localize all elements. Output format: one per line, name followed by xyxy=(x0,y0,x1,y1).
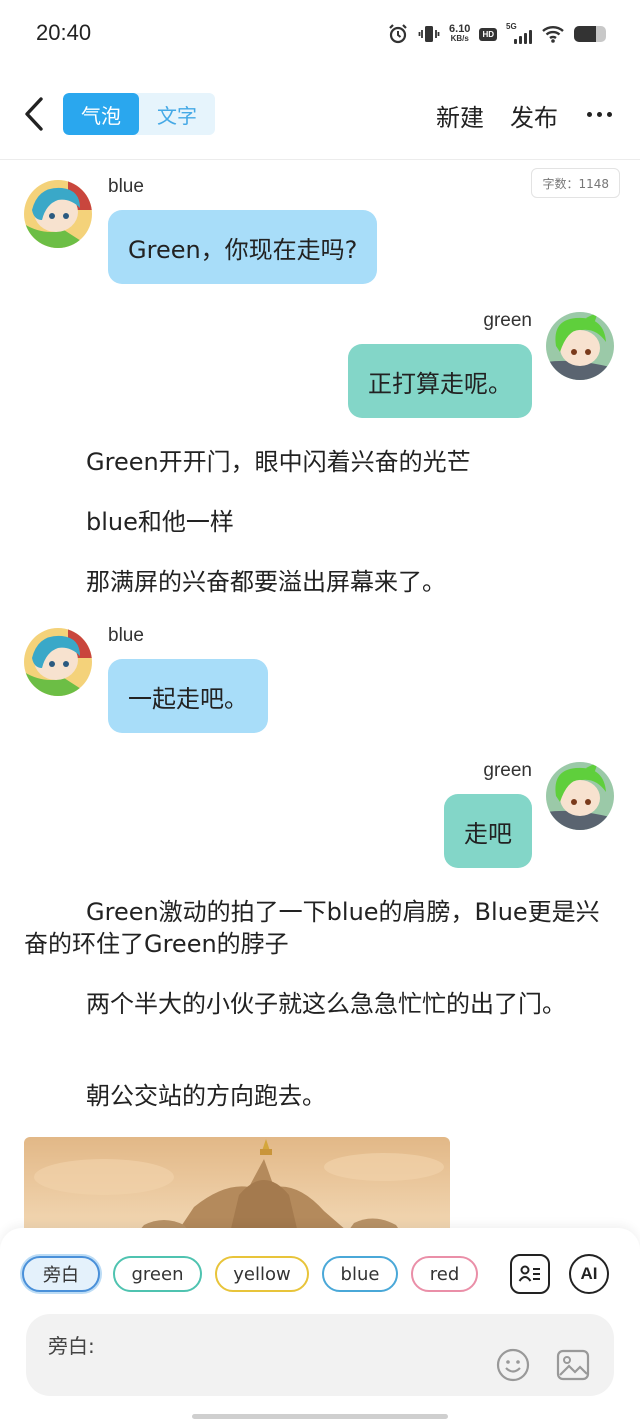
top-bar: 气泡 文字 新建 发布 xyxy=(0,68,640,160)
story-content[interactable]: 字数：1148 blue Green，你现在走吗? green 正打算走呢。 G… xyxy=(0,160,640,1228)
profile-card-icon xyxy=(518,1265,540,1282)
alarm-icon xyxy=(387,23,409,45)
image-icon[interactable] xyxy=(556,1348,590,1382)
chat-bubble[interactable]: 走吧 xyxy=(444,794,532,868)
tab-text[interactable]: 文字 xyxy=(139,93,215,135)
net-speed-unit: KB/s xyxy=(450,34,469,43)
character-manage-button[interactable] xyxy=(510,1254,550,1294)
net-speed-value: 6.10 xyxy=(449,23,471,35)
sender-name: green xyxy=(483,310,532,331)
chat-bubble[interactable]: Green，你现在走吗? xyxy=(108,210,378,284)
hd-icon: HD xyxy=(479,27,497,41)
input-speaker-label: 旁白: xyxy=(48,1334,95,1358)
sender-name: green xyxy=(483,760,532,781)
chip-yellow[interactable]: yellow xyxy=(215,1256,309,1292)
narration-text[interactable]: 那满屏的兴奋都要溢出屏幕来了。 xyxy=(24,566,614,598)
narration-text[interactable]: Green激动的拍了一下blue的肩膀，Blue更是兴奋的环住了Green的脖子 xyxy=(24,896,614,960)
net-speed: 6.10 KB/s xyxy=(449,24,470,44)
bottom-panel: 旁白 green yellow blue red AI 旁白: xyxy=(0,1228,640,1422)
wifi-icon xyxy=(541,24,565,44)
chip-narrator[interactable]: 旁白 xyxy=(22,1256,100,1292)
story-image[interactable] xyxy=(24,1137,450,1228)
avatar-green[interactable] xyxy=(546,312,614,380)
chip-green[interactable]: green xyxy=(113,1256,202,1292)
status-time: 20:40 xyxy=(36,20,92,45)
status-icons: 6.10 KB/s HD 5G xyxy=(387,22,606,46)
chip-red[interactable]: red xyxy=(411,1256,478,1292)
chevron-left-icon xyxy=(25,97,43,131)
chat-bubble[interactable]: 正打算走呢。 xyxy=(348,344,532,418)
network-label: 5G xyxy=(506,22,517,31)
narration-text[interactable]: Green开开门，眼中闪着兴奋的光芒 xyxy=(24,446,614,478)
tab-bubble[interactable]: 气泡 xyxy=(63,93,139,135)
chip-blue[interactable]: blue xyxy=(322,1256,398,1292)
vibrate-icon xyxy=(418,23,440,45)
more-dots-icon[interactable] xyxy=(587,112,612,117)
narration-text[interactable]: blue和他一样 xyxy=(24,506,614,538)
mode-toggle: 气泡 文字 xyxy=(63,93,215,135)
ai-label: AI xyxy=(580,1264,598,1283)
ai-button[interactable]: AI xyxy=(569,1254,609,1294)
emoji-icon[interactable] xyxy=(496,1348,530,1382)
status-bar: 20:40 6.10 KB/s HD 5G xyxy=(0,0,640,68)
avatar-blue[interactable] xyxy=(24,628,92,696)
battery-icon xyxy=(574,26,606,42)
avatar-blue[interactable] xyxy=(24,180,92,248)
battery-fill xyxy=(574,26,597,42)
publish-button[interactable]: 发布 xyxy=(510,98,558,133)
signal-5g-icon: 5G xyxy=(506,22,532,44)
message-input[interactable]: 旁白: xyxy=(26,1314,614,1396)
avatar-green[interactable] xyxy=(546,762,614,830)
home-indicator[interactable] xyxy=(192,1414,448,1419)
back-button[interactable] xyxy=(14,90,54,138)
narration-text[interactable]: 两个半大的小伙子就这么急急忙忙的出了门。 xyxy=(24,988,614,1020)
chat-bubble[interactable]: 一起走吧。 xyxy=(108,659,268,733)
narration-text[interactable]: 朝公交站的方向跑去。 xyxy=(24,1080,614,1112)
word-count-badge: 字数：1148 xyxy=(531,168,620,198)
sender-name: blue xyxy=(108,176,144,197)
sender-name: blue xyxy=(108,625,144,646)
new-button[interactable]: 新建 xyxy=(436,98,484,133)
